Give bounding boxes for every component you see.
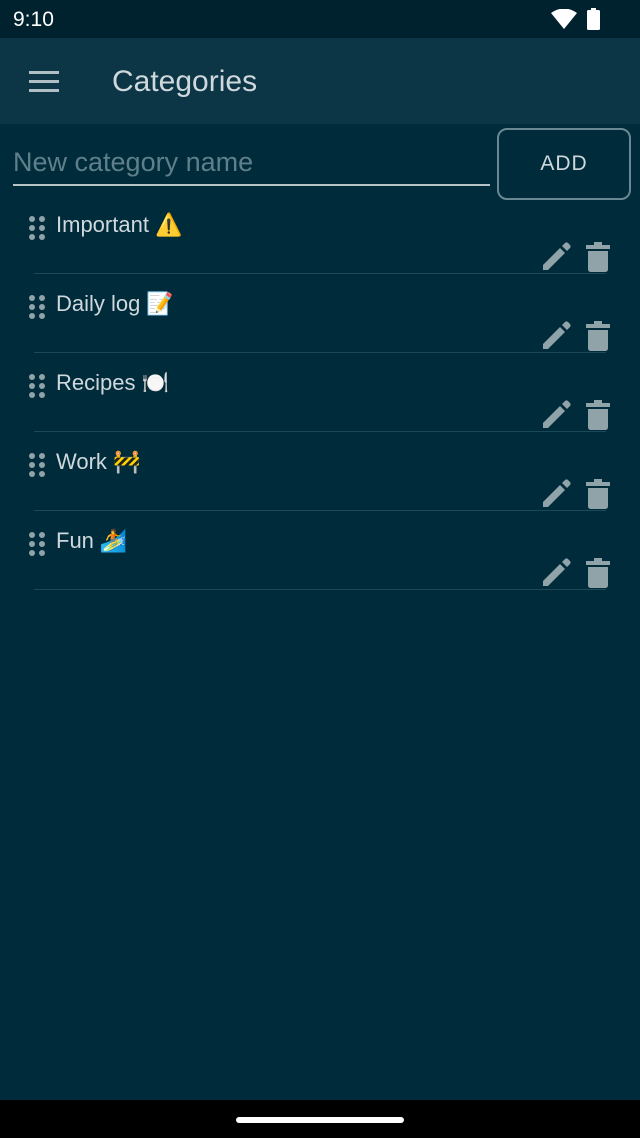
- category-label: Work 🚧: [56, 449, 140, 475]
- list-item[interactable]: Daily log 📝: [0, 283, 640, 362]
- list-item[interactable]: Important ⚠️: [0, 204, 640, 283]
- battery-icon: [587, 8, 600, 30]
- page-title: Categories: [112, 65, 258, 98]
- drag-handle-icon[interactable]: [28, 294, 46, 320]
- row-divider: [34, 510, 606, 511]
- status-bar: 9:10: [0, 0, 640, 38]
- new-category-input[interactable]: [13, 140, 490, 184]
- edit-button[interactable]: [539, 477, 573, 511]
- pencil-icon: [543, 242, 571, 270]
- category-name: Fun: [56, 528, 94, 553]
- drag-handle-icon[interactable]: [28, 215, 46, 241]
- menu-button[interactable]: [16, 54, 72, 110]
- edit-button[interactable]: [539, 240, 573, 274]
- trash-icon: [586, 558, 610, 588]
- new-category-field[interactable]: [13, 140, 490, 186]
- row-divider: [34, 431, 606, 432]
- drag-handle-icon[interactable]: [28, 373, 46, 399]
- trash-icon: [586, 242, 610, 272]
- list-item[interactable]: Recipes 🍽️: [0, 362, 640, 441]
- trash-icon: [586, 400, 610, 430]
- status-icons: [551, 8, 600, 30]
- category-list: Important ⚠️ Daily log 📝 Recipes 🍽️ Work…: [0, 204, 640, 599]
- construction-emoji: 🚧: [112, 449, 141, 474]
- pencil-icon: [543, 479, 571, 507]
- edit-button[interactable]: [539, 398, 573, 432]
- app-bar: Categories: [0, 38, 640, 124]
- delete-button[interactable]: [582, 556, 614, 590]
- trash-icon: [586, 321, 610, 351]
- delete-button[interactable]: [582, 319, 614, 353]
- category-label: Daily log 📝: [56, 291, 174, 317]
- category-label: Recipes 🍽️: [56, 370, 169, 396]
- delete-button[interactable]: [582, 398, 614, 432]
- memo-emoji: 📝: [146, 291, 174, 316]
- status-time: 9:10: [13, 8, 54, 31]
- category-name: Important: [56, 212, 149, 237]
- pencil-icon: [543, 558, 571, 586]
- add-button[interactable]: ADD: [497, 128, 631, 200]
- wifi-icon: [551, 9, 577, 29]
- list-item[interactable]: Work 🚧: [0, 441, 640, 520]
- row-divider: [34, 352, 606, 353]
- delete-button[interactable]: [582, 240, 614, 274]
- menu-icon: [29, 71, 59, 92]
- row-divider: [34, 589, 606, 590]
- row-divider: [34, 273, 606, 274]
- category-label: Fun 🏄: [56, 528, 127, 554]
- category-name: Work: [56, 449, 107, 474]
- home-gesture-pill[interactable]: [236, 1117, 404, 1123]
- category-label: Important ⚠️: [56, 212, 182, 238]
- system-nav-bar: [0, 1100, 640, 1138]
- plate-emoji: 🍽️: [141, 370, 169, 395]
- list-item[interactable]: Fun 🏄: [0, 520, 640, 599]
- drag-handle-icon[interactable]: [28, 452, 46, 478]
- delete-button[interactable]: [582, 477, 614, 511]
- trash-icon: [586, 479, 610, 509]
- surfer-emoji: 🏄: [99, 528, 128, 553]
- category-name: Recipes: [56, 370, 136, 395]
- category-name: Daily log: [56, 291, 141, 316]
- pencil-icon: [543, 321, 571, 349]
- edit-button[interactable]: [539, 556, 573, 590]
- edit-button[interactable]: [539, 319, 573, 353]
- warning-emoji: ⚠️: [154, 212, 183, 237]
- drag-handle-icon[interactable]: [28, 531, 46, 557]
- pencil-icon: [543, 400, 571, 428]
